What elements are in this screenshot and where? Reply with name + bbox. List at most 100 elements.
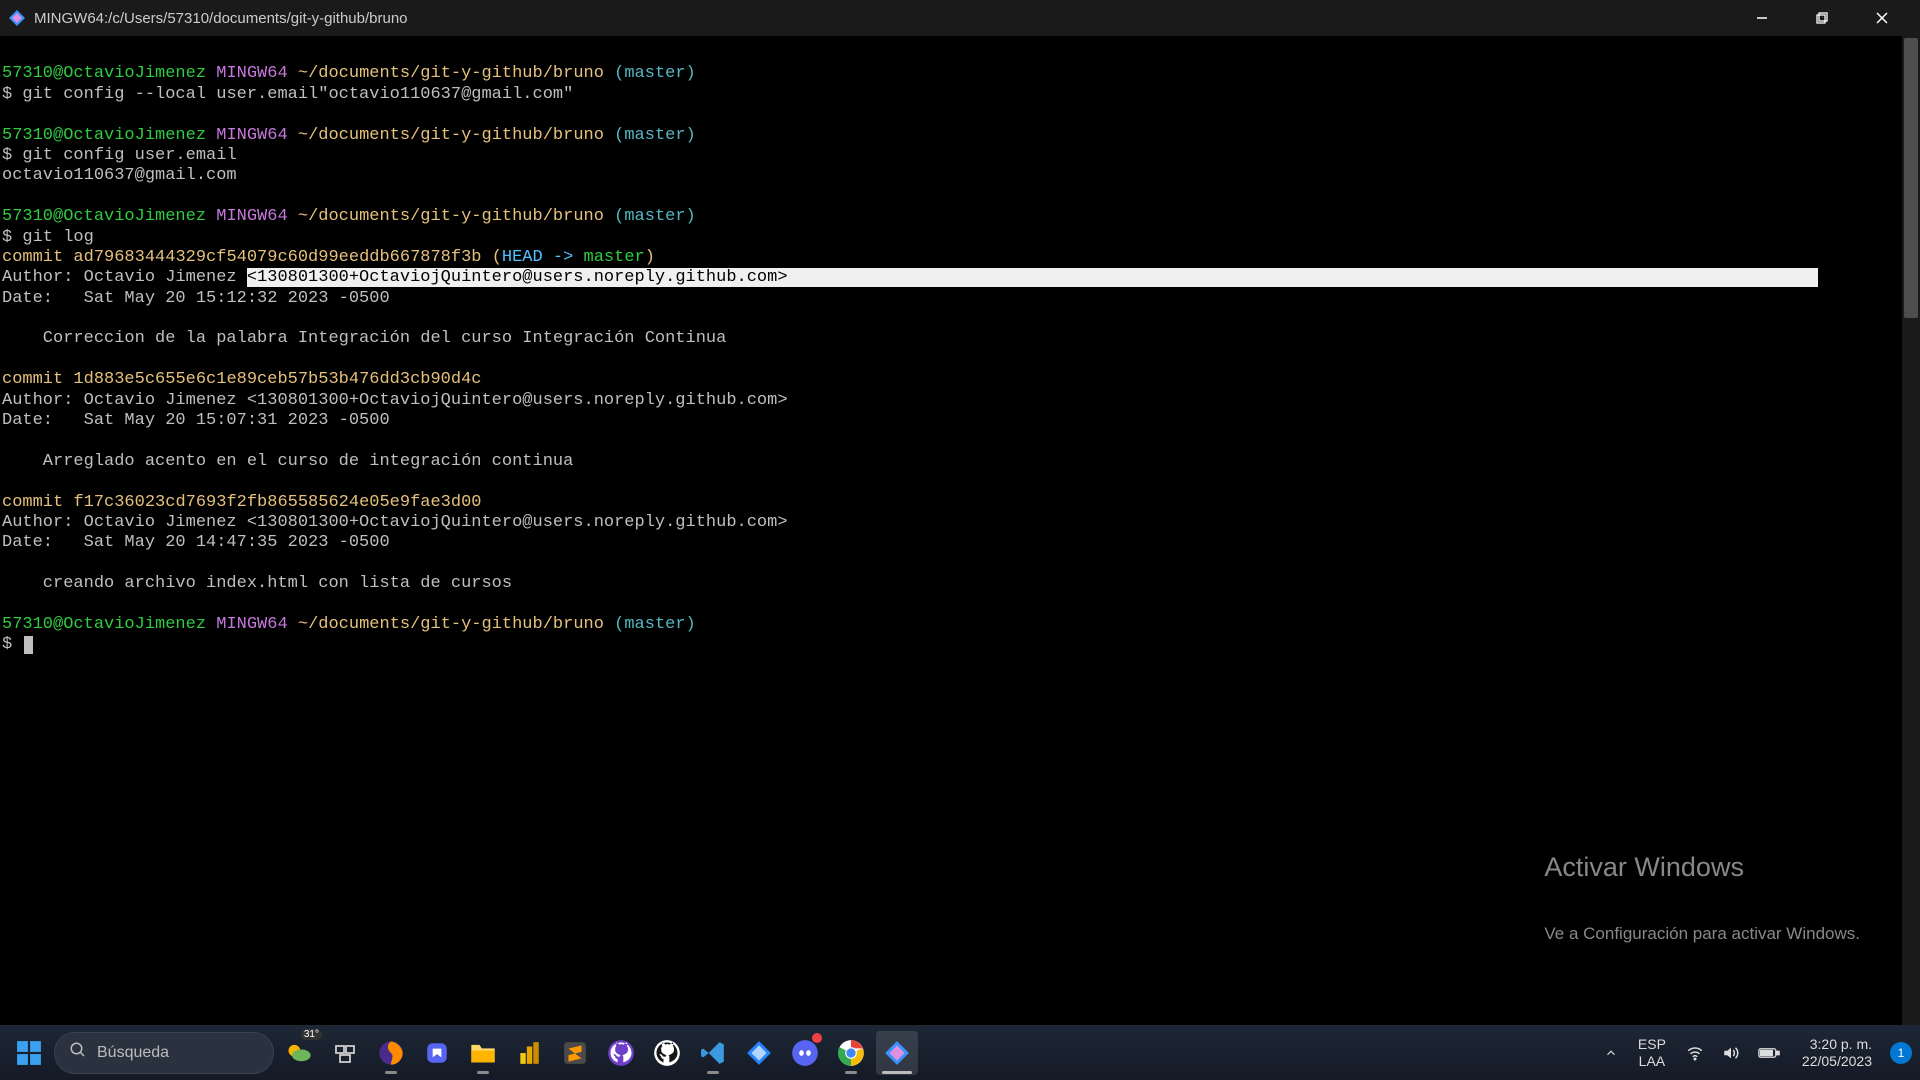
author-label: Author: Octavio Jimenez xyxy=(2,268,247,287)
tray-chevron-icon[interactable] xyxy=(1600,1046,1622,1060)
commit-hash-label: commit xyxy=(2,370,73,389)
volume-icon[interactable] xyxy=(1718,1044,1744,1062)
prompt-dollar: $ xyxy=(2,228,22,247)
commit-date: Date: Sat May 20 15:12:32 2023 -0500 xyxy=(2,289,390,308)
cmd-line: git config --local user.email"octavio110… xyxy=(22,85,573,104)
commit-date: Date: Sat May 20 14:47:35 2023 -0500 xyxy=(2,533,390,552)
system-tray[interactable]: ESP LAA 3:20 p. m. 22/05/2023 1 xyxy=(1600,1036,1912,1068)
ref-close: ) xyxy=(645,248,655,267)
commit-author: Author: Octavio Jimenez <130801300+Octav… xyxy=(2,391,788,410)
powerbi-button[interactable] xyxy=(508,1031,550,1075)
sublime-icon xyxy=(560,1038,590,1068)
minimize-button[interactable] xyxy=(1732,0,1792,36)
watermark-subtitle: Ve a Configuración para activar Windows. xyxy=(1544,924,1860,944)
prompt-dollar: $ xyxy=(2,146,22,165)
prompt-branch: (master) xyxy=(614,64,696,83)
search-input[interactable]: Búsqueda xyxy=(54,1032,274,1074)
folder-icon xyxy=(468,1038,498,1068)
commit-date: Date: Sat May 20 15:07:31 2023 -0500 xyxy=(2,411,390,430)
github-dark-button[interactable] xyxy=(600,1031,642,1075)
prompt-user: 57310@OctavioJimenez xyxy=(2,615,206,634)
chrome-icon xyxy=(836,1038,866,1068)
cmd-line: git log xyxy=(22,228,93,247)
chrome-button[interactable] xyxy=(830,1031,872,1075)
head-ref: HEAD -> xyxy=(502,248,584,267)
vscode-button[interactable] xyxy=(692,1031,734,1075)
lang-line1: ESP xyxy=(1638,1036,1666,1052)
cmd-line: git config user.email xyxy=(22,146,236,165)
github-dark-icon xyxy=(606,1038,636,1068)
diamond-app-icon xyxy=(882,1038,912,1068)
wifi-icon[interactable] xyxy=(1682,1044,1708,1062)
prompt-user: 57310@OctavioJimenez xyxy=(2,126,206,145)
commit-hash: ad79683444329cf54079c60d99eeddb667878f3b xyxy=(73,248,481,267)
vscode-icon xyxy=(698,1038,728,1068)
weather-widget[interactable]: 31° xyxy=(278,1031,320,1075)
author-email-highlighted: <130801300+OctaviojQuintero@users.norepl… xyxy=(247,268,788,287)
task-view-icon xyxy=(330,1038,360,1068)
prompt-host: MINGW64 xyxy=(216,207,287,226)
prompt-path: ~/documents/git-y-github/bruno xyxy=(298,64,604,83)
prompt-dollar: $ xyxy=(2,85,22,104)
prompt-dollar: $ xyxy=(2,635,22,654)
start-button[interactable] xyxy=(8,1031,50,1075)
maximize-button[interactable] xyxy=(1792,0,1852,36)
search-placeholder: Búsqueda xyxy=(97,1044,169,1062)
task-view-button[interactable] xyxy=(324,1031,366,1075)
clock-date: 22/05/2023 xyxy=(1802,1053,1872,1069)
mingw-terminal-button[interactable] xyxy=(876,1031,918,1075)
commit-msg: Correccion de la palabra Integración del… xyxy=(2,329,726,348)
sublime-button[interactable] xyxy=(554,1031,596,1075)
firefox-button[interactable] xyxy=(370,1031,412,1075)
commit-hash-label: commit xyxy=(2,493,73,512)
commit-hash: 1d883e5c655e6c1e89ceb57b53b476dd3cb90d4c xyxy=(73,370,481,389)
prompt-host: MINGW64 xyxy=(216,64,287,83)
commit-msg: creando archivo index.html con lista de … xyxy=(2,574,512,593)
weather-temp: 31° xyxy=(301,1029,322,1040)
battery-icon[interactable] xyxy=(1754,1046,1784,1060)
notification-dot xyxy=(812,1033,822,1043)
prompt-path: ~/documents/git-y-github/bruno xyxy=(298,126,604,145)
scrollbar-thumb[interactable] xyxy=(1904,38,1918,318)
output-line: octavio110637@gmail.com xyxy=(2,166,237,185)
app-icon xyxy=(8,9,26,27)
ref-open: ( xyxy=(482,248,502,267)
github-light-button[interactable] xyxy=(646,1031,688,1075)
github-light-icon xyxy=(652,1038,682,1068)
master-ref: master xyxy=(584,248,645,267)
windows-activation-watermark: Activar Windows Ve a Configuración para … xyxy=(1544,810,1860,985)
chat-icon xyxy=(422,1038,452,1068)
firefox-icon xyxy=(376,1038,406,1068)
commit-author: Author: Octavio Jimenez <130801300+Octav… xyxy=(2,513,788,532)
notification-badge[interactable]: 1 xyxy=(1890,1042,1912,1064)
close-button[interactable] xyxy=(1852,0,1912,36)
chat-app-button[interactable] xyxy=(416,1031,458,1075)
windows-icon xyxy=(14,1038,44,1068)
prompt-user: 57310@OctavioJimenez xyxy=(2,64,206,83)
prompt-branch: (master) xyxy=(614,126,696,145)
commit-hash: f17c36023cd7693f2fb865585624e05e9fae3d00 xyxy=(73,493,481,512)
window-title: MINGW64:/c/Users/57310/documents/git-y-g… xyxy=(34,10,1732,27)
diamond-icon xyxy=(744,1038,774,1068)
powerbi-icon xyxy=(514,1038,544,1068)
taskbar[interactable]: Búsqueda 31° xyxy=(0,1025,1920,1080)
file-explorer-button[interactable] xyxy=(462,1031,504,1075)
commit-msg: Arreglado acento en el curso de integrac… xyxy=(2,452,573,471)
clock[interactable]: 3:20 p. m. 22/05/2023 xyxy=(1794,1036,1880,1068)
titlebar[interactable]: MINGW64:/c/Users/57310/documents/git-y-g… xyxy=(0,0,1920,36)
prompt-host: MINGW64 xyxy=(216,615,287,634)
prompt-path: ~/documents/git-y-github/bruno xyxy=(298,615,604,634)
terminal-area[interactable]: 57310@OctavioJimenez MINGW64 ~/documents… xyxy=(0,36,1920,1025)
cursor xyxy=(24,636,33,654)
sourcetree-button[interactable] xyxy=(738,1031,780,1075)
scrollbar[interactable] xyxy=(1902,36,1920,1025)
clock-time: 3:20 p. m. xyxy=(1802,1036,1872,1052)
prompt-branch: (master) xyxy=(614,207,696,226)
discord-button[interactable] xyxy=(784,1031,826,1075)
watermark-title: Activar Windows xyxy=(1544,851,1860,883)
prompt-host: MINGW64 xyxy=(216,126,287,145)
language-indicator[interactable]: ESP LAA xyxy=(1632,1036,1672,1068)
search-icon xyxy=(69,1041,87,1064)
prompt-user: 57310@OctavioJimenez xyxy=(2,207,206,226)
weather-icon xyxy=(284,1038,314,1068)
